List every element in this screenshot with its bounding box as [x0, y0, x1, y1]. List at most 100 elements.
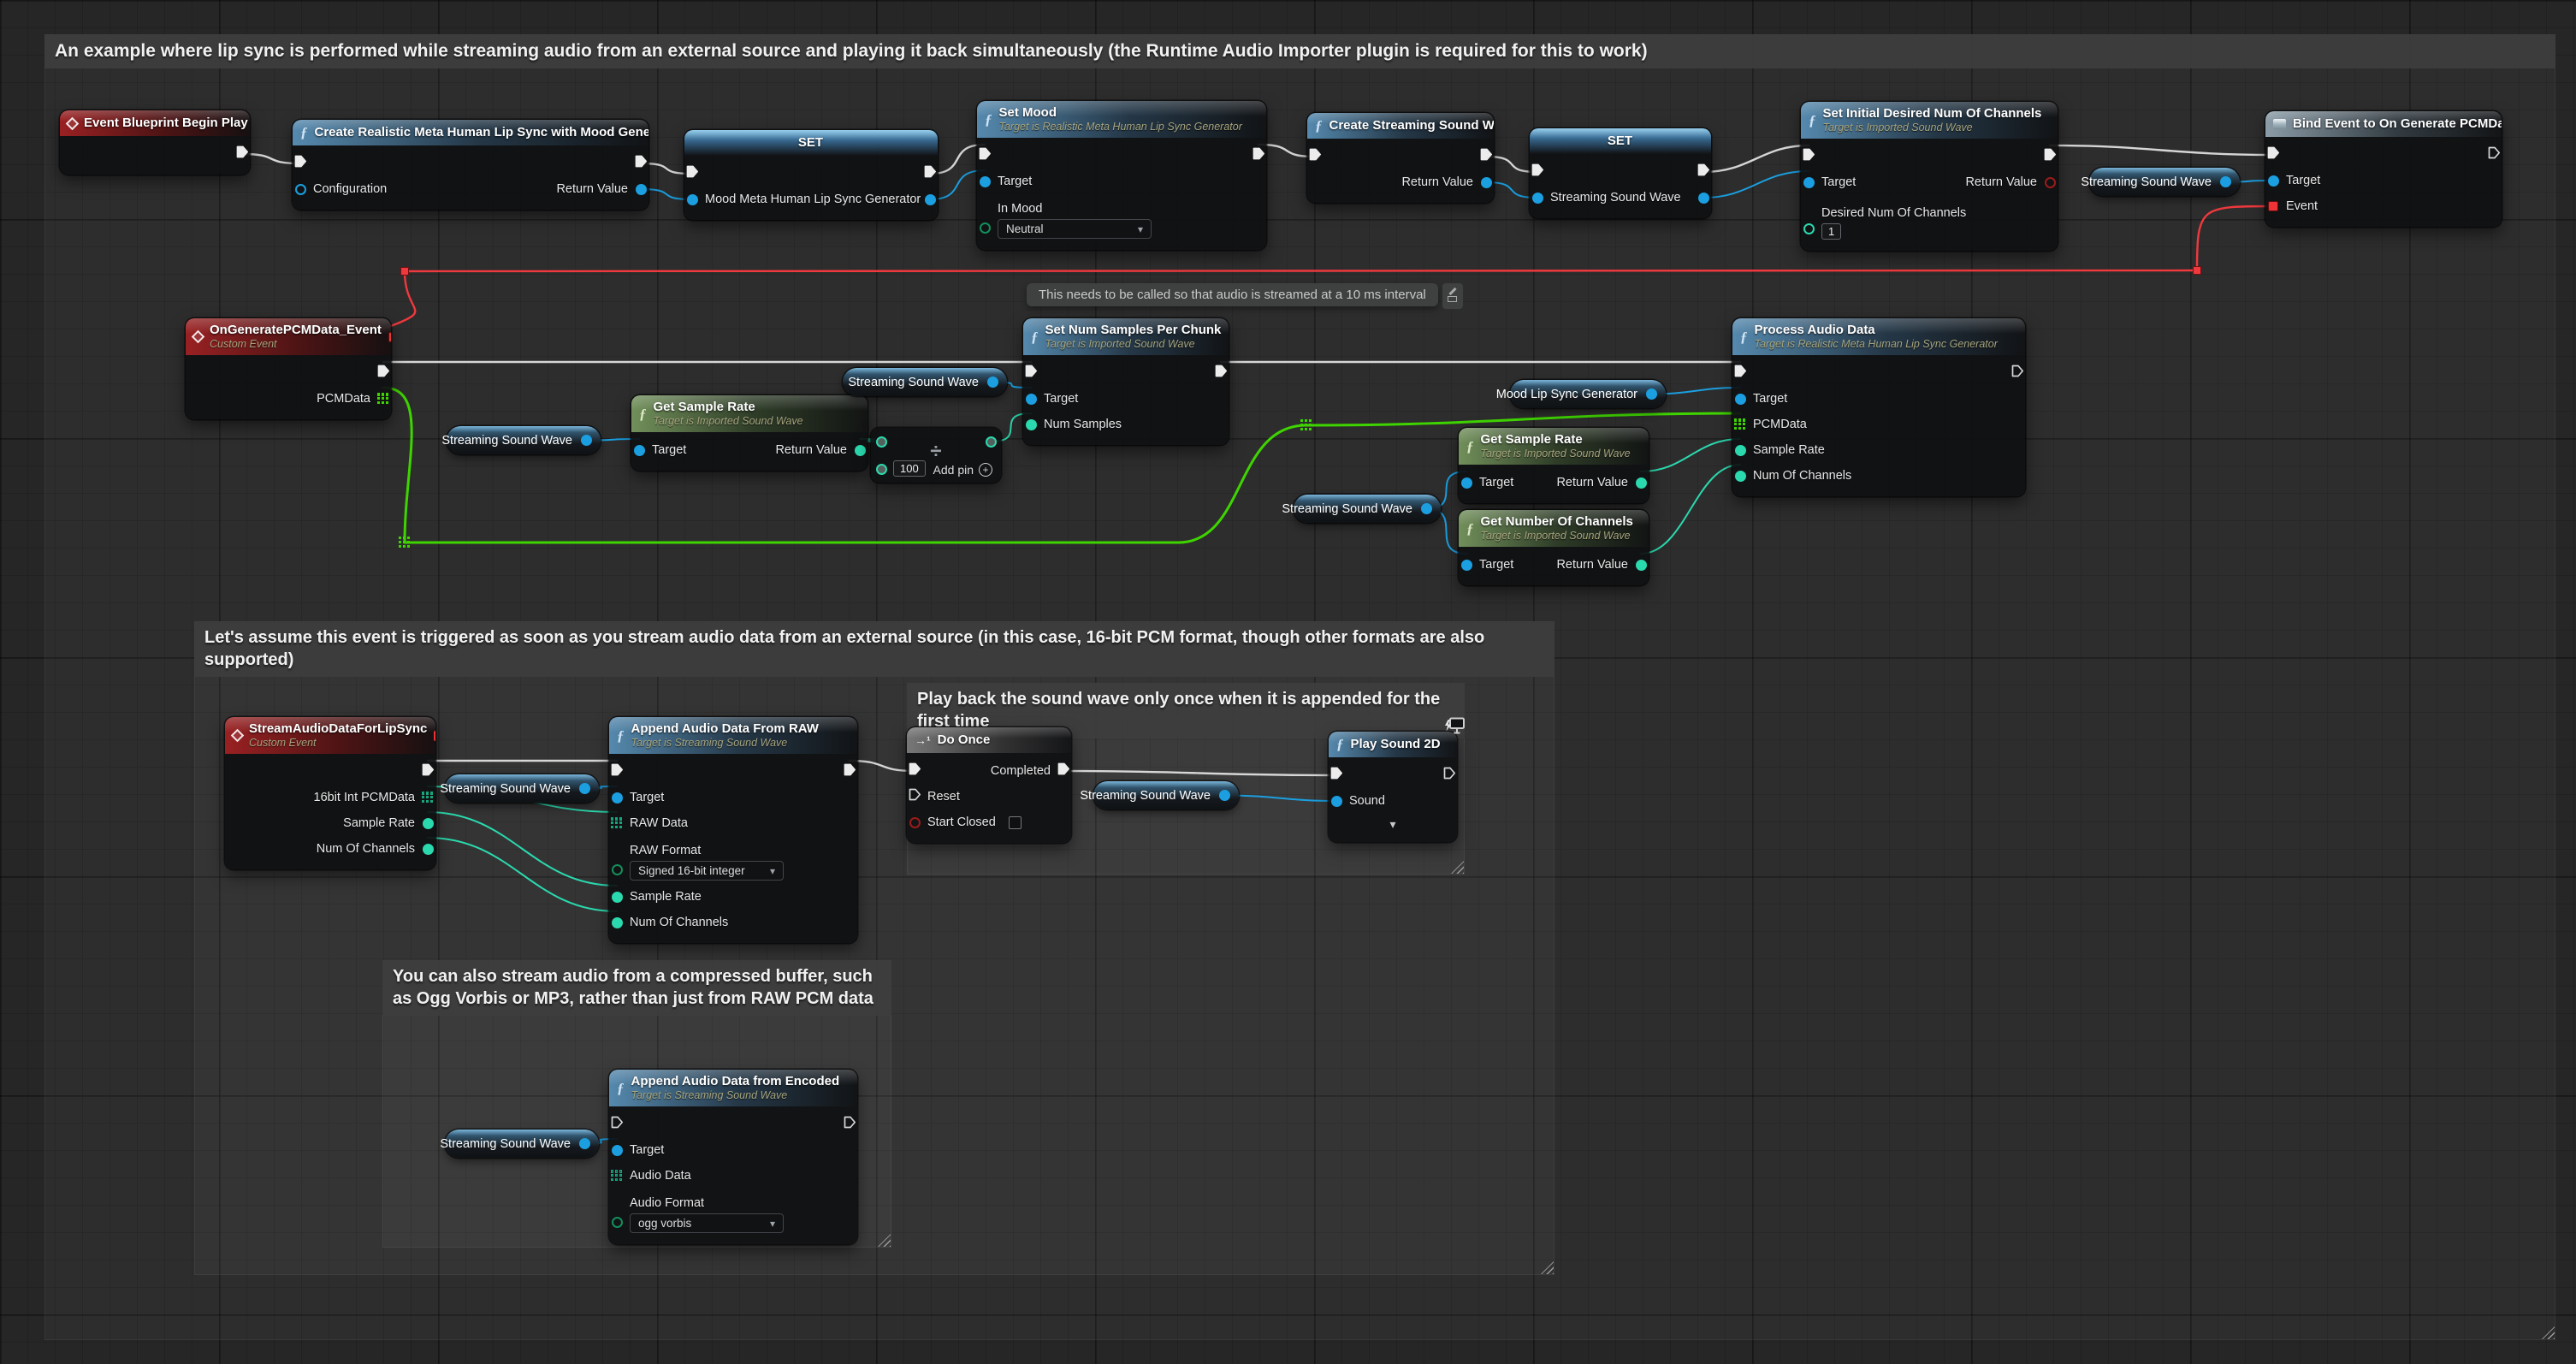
pin-ret[interactable] [1634, 476, 1648, 489]
exec-in-pin[interactable] [2266, 148, 2280, 162]
node-set-mood[interactable]: ƒSet MoodTarget is Realistic Meta Human … [977, 101, 1266, 250]
dropdown-fmt[interactable]: Signed 16-bit integer▾ [630, 861, 784, 881]
exec-out-pin[interactable] [1479, 150, 1493, 163]
exec-out-pin[interactable] [2010, 366, 2024, 380]
node-header[interactable]: Bind Event to On Generate PCMData [2265, 111, 2502, 137]
exec-out-pin[interactable] [2487, 148, 2501, 162]
reroute-node[interactable] [400, 267, 409, 276]
pill-out-pin[interactable] [2218, 175, 2232, 189]
pin-sound[interactable] [1329, 794, 1343, 808]
chevron-down-icon[interactable]: ▾ [1389, 818, 1395, 830]
exec-in-pin[interactable] [1802, 150, 1815, 163]
exec-out-pin[interactable] [1214, 366, 1228, 380]
node-gsr2[interactable]: ƒGet Sample RateTarget is Imported Sound… [1459, 428, 1649, 503]
exec-in-pin[interactable] [1308, 150, 1322, 163]
exec-in-pin[interactable] [978, 149, 992, 163]
pill-out-pin[interactable] [986, 376, 999, 389]
node-header[interactable]: ƒCreate Streaming Sound Wave [1307, 113, 1494, 139]
comment-header[interactable]: An example where lip sync is performed w… [44, 34, 2555, 68]
exec-in-pin[interactable] [1024, 366, 1038, 380]
exec-in-pin[interactable] [908, 764, 921, 778]
exec-in-pin[interactable] [293, 157, 307, 170]
pin-pcm16[interactable] [421, 791, 435, 804]
pin-ret[interactable] [1479, 175, 1493, 189]
divide-value-field[interactable]: 100 [893, 460, 926, 477]
pin-out[interactable] [984, 435, 998, 448]
exec-out-pin[interactable] [376, 366, 390, 380]
pill-out-pin[interactable] [579, 434, 593, 448]
pin-start[interactable] [908, 815, 921, 829]
dropdown-fmt[interactable]: ogg vorbis▾ [630, 1213, 784, 1233]
node-comment-bubble[interactable]: This needs to be called so that audio is… [1027, 283, 1463, 309]
exec-in-pin[interactable] [610, 1118, 624, 1131]
exec-in-pin[interactable] [610, 765, 624, 779]
exec-out-pin[interactable] [634, 157, 648, 170]
exec-out-pin[interactable] [843, 765, 856, 779]
pin-raw[interactable] [610, 816, 624, 830]
node-header[interactable]: ƒProcess Audio DataTarget is Realistic M… [1732, 318, 2025, 355]
pin-ret[interactable] [1634, 558, 1648, 572]
pin-in1[interactable] [874, 462, 888, 476]
node-header[interactable]: ƒAppend Audio Data from EncodedTarget is… [609, 1070, 857, 1106]
pin-ret[interactable] [2043, 175, 2057, 189]
exec-in-pin[interactable] [1733, 366, 1747, 380]
pill-out-pin[interactable] [1419, 502, 1433, 516]
pin-fmt[interactable] [610, 863, 624, 876]
exec-out-pin[interactable] [1057, 764, 1070, 778]
exec-in-pin[interactable] [1329, 768, 1343, 782]
pin-adata[interactable] [610, 1169, 624, 1183]
node-header[interactable]: ƒCreate Realistic Meta Human Lip Sync wi… [293, 120, 648, 145]
variable-getter-p5[interactable]: Streaming Sound Wave [1294, 495, 1441, 523]
node-play-sound[interactable]: ƒPlay Sound 2DSound▾ [1329, 732, 1457, 842]
pin-target[interactable] [610, 791, 624, 804]
pin-sr[interactable] [1733, 443, 1747, 457]
node-header[interactable]: ƒGet Number Of ChannelsTarget is Importe… [1459, 510, 1649, 547]
pin-target[interactable] [1460, 558, 1473, 572]
node-append-encoded[interactable]: ƒAppend Audio Data from EncodedTarget is… [609, 1070, 857, 1244]
exec-out-pin[interactable] [1697, 165, 1710, 179]
pin-config[interactable] [293, 182, 307, 196]
node-set-mood-var[interactable]: SETMood Meta Human Lip Sync Generator [684, 130, 938, 220]
variable-getter-p1[interactable]: Streaming Sound Wave [2089, 168, 2240, 196]
pin-target[interactable] [1460, 476, 1473, 489]
pill-out-pin[interactable] [1644, 388, 1658, 401]
node-header[interactable]: ƒSet Initial Desired Num Of ChannelsTarg… [1801, 102, 2058, 139]
pin-desired[interactable] [1802, 222, 1815, 235]
node-header[interactable]: ƒPlay Sound 2D [1329, 732, 1457, 757]
node-create-realistic[interactable]: ƒCreate Realistic Meta Human Lip Sync wi… [293, 120, 648, 210]
exec-out-pin[interactable] [843, 1118, 856, 1131]
pin-noc[interactable] [421, 842, 435, 856]
pin-target[interactable] [1024, 392, 1038, 406]
exec-out-pin[interactable] [235, 147, 249, 161]
delegate-pin[interactable] [388, 332, 391, 342]
node-do-once[interactable]: →¹Do OnceCompletedResetStart Closed [907, 727, 1071, 843]
dropdown-inmood[interactable]: Neutral▾ [998, 219, 1152, 239]
comment-header[interactable]: Let's assume this event is triggered as … [194, 621, 1554, 677]
variable-getter-p2[interactable]: Streaming Sound Wave [447, 426, 601, 454]
node-bind-event[interactable]: Bind Event to On Generate PCMDataTargetE… [2265, 111, 2502, 227]
reroute-node[interactable] [2193, 266, 2201, 275]
pin-target[interactable] [978, 175, 992, 188]
exec-out-pin[interactable] [2043, 150, 2057, 163]
exec-in-pin[interactable] [1531, 165, 1544, 179]
start-closed-checkbox[interactable] [1009, 816, 1022, 829]
pin-in0[interactable] [874, 435, 888, 448]
wire-red[interactable] [405, 270, 2197, 271]
node-set-initial-channels[interactable]: ƒSet Initial Desired Num Of ChannelsTarg… [1801, 102, 2058, 251]
variable-getter-p8[interactable]: Streaming Sound Wave [445, 1130, 599, 1158]
exec-out-pin[interactable] [923, 167, 937, 181]
node-header[interactable]: StreamAudioDataForLipSyncCustom Event [225, 717, 435, 754]
pin-ret[interactable] [634, 182, 648, 196]
node-on-generate[interactable]: OnGeneratePCMData_EventCustom EventPCMDa… [186, 318, 391, 419]
node-divide[interactable]: ÷100Add pin+ [871, 428, 1001, 483]
variable-getter-p7[interactable]: Streaming Sound Wave [1093, 781, 1239, 810]
node-header[interactable]: SET [1530, 128, 1711, 154]
node-header[interactable]: Event Blueprint Begin Play [60, 110, 250, 136]
pin-fmt[interactable] [610, 1215, 624, 1229]
node-stream-audio[interactable]: StreamAudioDataForLipSyncCustom Event16b… [225, 717, 435, 869]
pin-vout[interactable] [923, 193, 937, 206]
pin-target[interactable] [2266, 174, 2280, 187]
pin-event[interactable] [2266, 199, 2280, 213]
node-process-audio[interactable]: ƒProcess Audio DataTarget is Realistic M… [1732, 318, 2025, 496]
pin-pcm[interactable] [1733, 418, 1747, 431]
